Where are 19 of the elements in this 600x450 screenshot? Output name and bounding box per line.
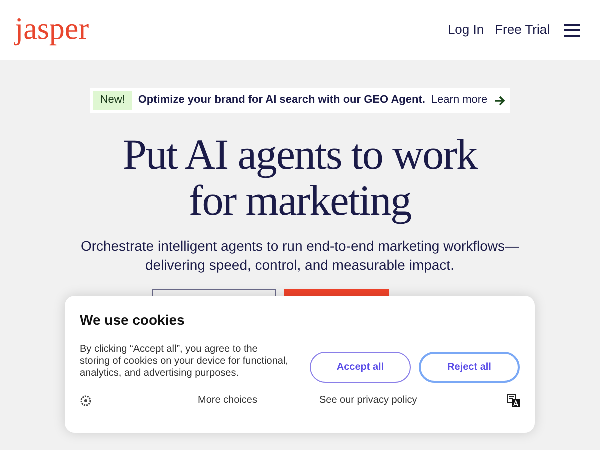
new-badge: New! [93,91,132,110]
cookie-icon [80,394,92,406]
more-choices-link[interactable]: More choices [198,393,258,408]
logo[interactable]: jasper [15,12,90,44]
arrow-right-icon[interactable] [494,94,506,106]
translate-icon[interactable] [507,394,520,407]
hero-title: Put AI agents to work [122,133,478,179]
hero-title: for marketing [188,179,412,225]
cookie-button[interactable]: Reject all [419,352,520,383]
nav-link[interactable]: Log In [448,20,484,40]
privacy-policy-link[interactable]: See our privacy policy [319,393,418,408]
learn-more-link[interactable]: Learn more [431,92,488,109]
menu-icon[interactable] [564,24,580,36]
cookie-button[interactable]: Accept all [310,352,411,383]
nav-link[interactable]: Free Trial [495,20,550,40]
dialog-body: By clicking “Accept all”, you agree to the storing of cookies on your device for functional, analytics, and advertising purposes. [80,344,290,381]
banner-text: Optimize your brand for AI search with our GEO Agent. [138,93,426,108]
hero-subtitle: Orchestrate intelligent agents to run end-to-end marketing workflows—delivering speed, control, and measurable impact. [80,237,520,275]
dialog-title: We use cookies [80,311,186,330]
